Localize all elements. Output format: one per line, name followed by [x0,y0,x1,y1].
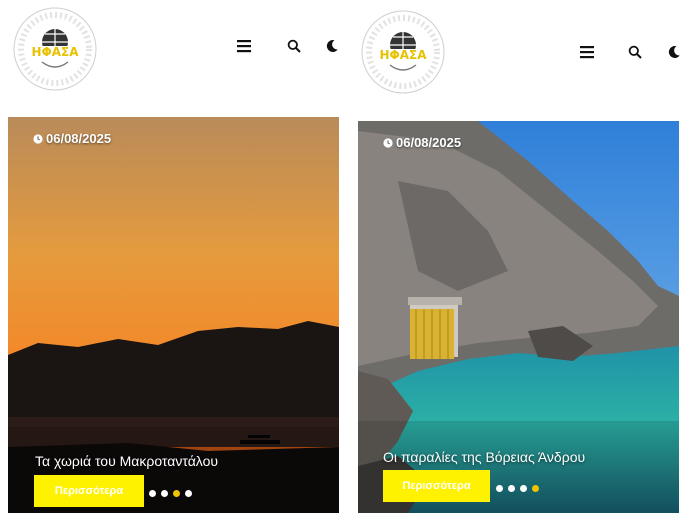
logo-text: ΗΦΑΣΑ [379,48,427,62]
slider-dot-1[interactable] [496,485,503,492]
slider-dot-3[interactable] [520,485,527,492]
post-date-text: 06/08/2025 [396,135,462,150]
slider-dots [149,490,192,497]
slider-dot-2[interactable] [161,490,168,497]
featured-slide-card[interactable]: 06/08/2025 Οι παραλίες της Βόρειας Άνδρο… [358,121,679,513]
featured-slide-card[interactable]: 06/08/2025 Τα χωριά του Μακροταντάλου Πε… [8,117,339,513]
slider-dot-1[interactable] [149,490,156,497]
post-date-text: 06/08/2025 [46,131,112,146]
screen-panel-right: ΗΦΑΣΑ 06/08/2025 Οι παραλίες της Βόρειας… [348,0,685,513]
screen-panel-left: ΗΦΑΣΑ 06/08/2025 Τα χωριά του Μακροταντά… [0,0,343,513]
post-title[interactable]: Τα χωριά του Μακροταντάλου [35,453,218,469]
moon-icon[interactable] [323,37,341,55]
menu-icon[interactable] [578,43,596,61]
post-date: 06/08/2025 [33,131,111,146]
search-icon[interactable] [285,37,303,55]
moon-icon[interactable] [665,43,683,61]
logo-text: ΗΦΑΣΑ [31,45,79,59]
read-more-button[interactable]: Περισσότερα [383,470,490,502]
clock-icon [33,133,43,144]
slider-dot-4[interactable] [532,485,539,492]
read-more-button[interactable]: Περισσότερα [34,475,144,507]
post-title[interactable]: Οι παραλίες της Βόρειας Άνδρου [383,449,585,465]
site-logo[interactable]: ΗΦΑΣΑ [360,9,446,95]
slider-dot-2[interactable] [508,485,515,492]
post-date: 06/08/2025 [383,135,461,150]
slider-dot-4[interactable] [185,490,192,497]
site-logo[interactable]: ΗΦΑΣΑ [12,6,98,92]
search-icon[interactable] [626,43,644,61]
clock-icon [383,137,393,148]
slider-dot-3[interactable] [173,490,180,497]
menu-icon[interactable] [235,37,253,55]
slider-dots [496,485,539,492]
